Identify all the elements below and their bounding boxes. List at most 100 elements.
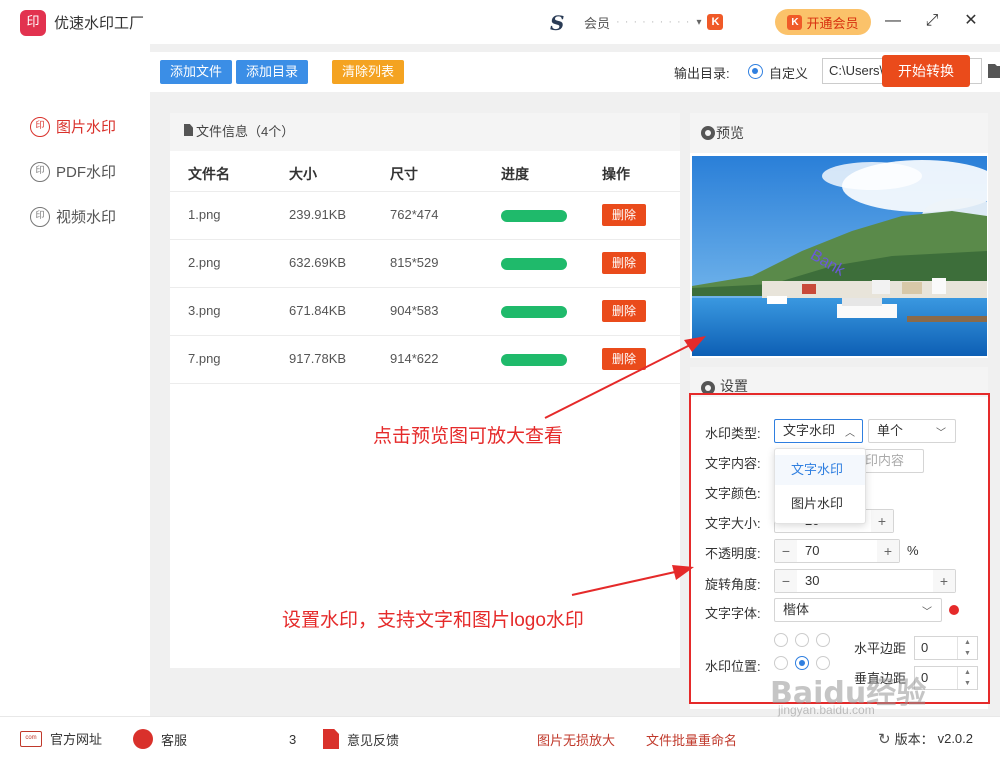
gear-icon xyxy=(701,126,715,140)
progress-bar xyxy=(501,210,567,222)
file-size: 917.78KB xyxy=(289,351,347,366)
column-header-progress[interactable]: 进度 xyxy=(501,164,529,184)
font-label: 文字字体: xyxy=(705,606,761,621)
baidu-watermark-url: jingyan.baidu.com xyxy=(778,703,875,717)
file-name: 1.png xyxy=(188,207,221,222)
start-convert-button[interactable]: 开始转换 xyxy=(882,55,970,87)
dropdown-option-text[interactable]: 文字水印 xyxy=(775,455,865,485)
position-top-right[interactable] xyxy=(816,633,830,647)
text-size-label: 文字大小: xyxy=(705,516,761,531)
delete-button[interactable]: 删除 xyxy=(602,252,646,274)
member-id: · · · · · · · · · xyxy=(616,16,691,28)
member-label: 会员 xyxy=(584,15,611,31)
sidebar-item-image-watermark[interactable]: 印 图片水印 xyxy=(30,116,116,137)
version-label: 版本： xyxy=(894,732,934,747)
position-top-center[interactable] xyxy=(795,633,809,647)
progress-bar xyxy=(501,306,567,318)
spinner-arrows-icon[interactable]: ▲ ▼ xyxy=(957,637,977,659)
row-divider xyxy=(170,383,680,384)
watermark-type-value: 文字水印 xyxy=(783,423,836,438)
position-top-left[interactable] xyxy=(774,633,788,647)
watermark-type-dropdown: 文字水印 图片水印 xyxy=(774,448,866,524)
plus-icon[interactable]: + xyxy=(871,510,893,532)
file-name: 7.png xyxy=(188,351,221,366)
clear-list-button[interactable]: 清除列表 xyxy=(332,60,404,84)
website-link[interactable]: com 官方网址 xyxy=(20,729,102,748)
column-header-action: 操作 xyxy=(602,166,630,182)
row-divider xyxy=(170,239,680,240)
h-margin-input[interactable]: 0 ▲ ▼ xyxy=(914,636,978,660)
file-info-header: 文件信息（4个） xyxy=(170,113,680,151)
text-content-label: 文字内容: xyxy=(705,456,761,471)
opacity-value: 70 xyxy=(805,543,820,558)
custom-output-radio[interactable] xyxy=(748,64,763,79)
file-size: 632.69KB xyxy=(289,255,347,270)
plus-icon[interactable]: + xyxy=(877,540,899,562)
sidebar-item-label: 视频水印 xyxy=(56,209,117,226)
text-color-label: 文字颜色: xyxy=(705,486,761,501)
plus-icon[interactable]: + xyxy=(933,570,955,592)
rotation-label: 旋转角度: xyxy=(705,577,761,592)
text-content-placeholder: 印内容 xyxy=(865,453,905,468)
version-info[interactable]: ↻ 版本： v2.0.2 xyxy=(878,729,973,748)
row-divider xyxy=(170,335,680,336)
h-margin-label: 水平边距 xyxy=(854,641,907,656)
chevron-down-icon[interactable]: ▾ xyxy=(696,17,701,28)
customer-service-link[interactable]: 客服 3 xyxy=(133,729,296,749)
file-size: 239.91KB xyxy=(289,207,347,222)
vip-button-label: 开通会员 xyxy=(806,15,859,31)
row-divider xyxy=(170,287,680,288)
row-divider xyxy=(170,191,680,192)
lossless-upscale-link[interactable]: 图片无损放大 xyxy=(537,730,615,749)
file-dims: 762*474 xyxy=(390,207,439,222)
font-select[interactable]: 楷体 xyxy=(774,598,942,622)
warning-icon xyxy=(949,605,959,615)
file-list-panel xyxy=(170,113,680,668)
column-header-dims[interactable]: 尺寸 xyxy=(390,164,418,184)
minus-icon[interactable]: − xyxy=(775,570,797,592)
progress-bar xyxy=(501,354,567,366)
headset-icon xyxy=(133,729,153,749)
chevron-down-icon: ﹀ xyxy=(922,607,932,618)
h-margin-value: 0 xyxy=(921,640,929,655)
preview-image[interactable]: Bank xyxy=(692,156,987,356)
k-brand-icon: K xyxy=(707,14,724,30)
feedback-label: 意见反馈 xyxy=(347,732,400,748)
service-label: 客服 xyxy=(161,732,188,748)
sidebar-item-pdf-watermark[interactable]: 印 PDF水印 xyxy=(30,161,116,182)
delete-button[interactable]: 删除 xyxy=(602,300,646,322)
column-header-name[interactable]: 文件名 xyxy=(188,164,230,184)
sidebar-item-label: 图片水印 xyxy=(56,119,117,136)
preview-header: 预览 xyxy=(690,113,988,153)
close-button[interactable]: ✕ xyxy=(960,10,982,32)
folder-icon[interactable] xyxy=(988,62,1000,78)
delete-button[interactable]: 删除 xyxy=(602,348,646,370)
add-file-button[interactable]: 添加文件 xyxy=(160,60,232,84)
minus-icon[interactable]: − xyxy=(775,540,797,562)
file-dims: 904*583 xyxy=(390,303,439,318)
feedback-link[interactable]: 意见反馈 xyxy=(323,729,399,749)
spinner-arrows-icon[interactable]: ▲ ▼ xyxy=(957,667,977,689)
add-directory-button[interactable]: 添加目录 xyxy=(236,60,308,84)
batch-rename-link[interactable]: 文件批量重命名 xyxy=(646,730,737,749)
chevron-down-icon: ﹀ xyxy=(936,428,946,439)
maximize-button[interactable]: ⤢ xyxy=(921,10,943,32)
column-header-size[interactable]: 大小 xyxy=(289,164,317,184)
rotation-input[interactable]: 30 xyxy=(774,569,956,593)
sidebar-item-video-watermark[interactable]: 印 视频水印 xyxy=(30,206,116,227)
opacity-unit: % xyxy=(907,543,919,558)
stamp-icon: 印 xyxy=(30,206,50,227)
minimize-button[interactable]: — xyxy=(882,10,904,32)
rotation-value: 30 xyxy=(805,573,820,588)
position-label: 水印位置: xyxy=(705,659,761,674)
user-account[interactable]: S 会员 · · · · · · · · · ▾ K xyxy=(550,10,724,35)
stamp-icon: 印 xyxy=(30,116,50,137)
watermark-mode-value: 单个 xyxy=(877,423,904,438)
opacity-label: 不透明度: xyxy=(705,546,761,561)
delete-button[interactable]: 删除 xyxy=(602,204,646,226)
vip-button[interactable]: K 开通会员 xyxy=(775,9,871,35)
dropdown-option-image[interactable]: 图片水印 xyxy=(775,489,865,519)
version-number: v2.0.2 xyxy=(937,731,974,746)
refresh-icon: ↻ xyxy=(878,730,891,748)
chevron-up-icon: ︿ xyxy=(845,428,855,439)
